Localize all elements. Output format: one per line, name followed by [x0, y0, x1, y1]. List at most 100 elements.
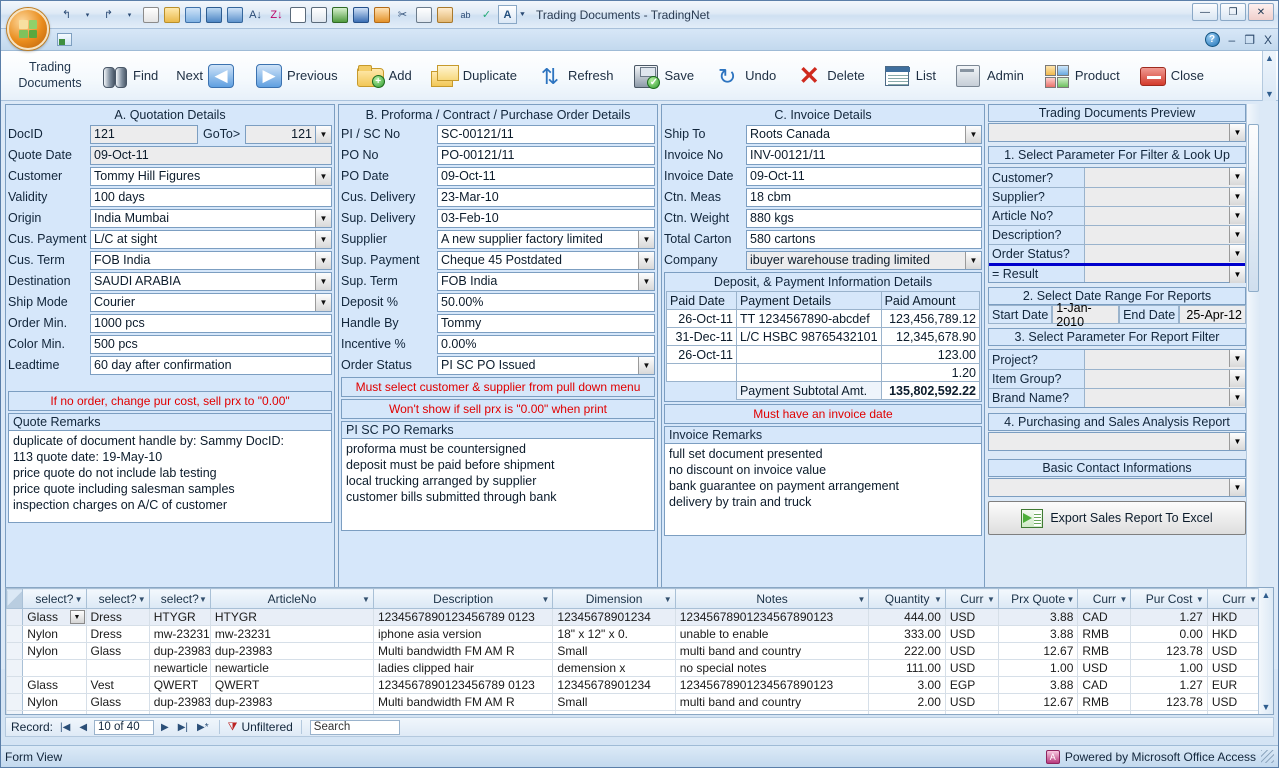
table-row[interactable]: Nylon Glass dup-23983 dup-23983 Multi ba… [7, 694, 1261, 711]
cell-sel3[interactable]: dup-23983 [149, 643, 210, 660]
cell-articleno[interactable]: QWERT [210, 677, 373, 694]
design-view-icon[interactable] [183, 5, 202, 24]
customer-dropdown-icon[interactable]: ▼ [315, 168, 331, 185]
filter-row-description[interactable]: Description? ▼ [989, 225, 1245, 244]
payment-paid-date[interactable]: 26-Oct-11 [667, 310, 737, 328]
filter-customer-dropdown-icon[interactable]: ▼ [1229, 168, 1245, 185]
cell-curr2[interactable]: CAD [1078, 609, 1131, 626]
cell-quantity[interactable]: 2.00 [869, 694, 945, 711]
destination-field[interactable]: SAUDI ARABIA▼ [90, 272, 332, 291]
supplier-dropdown-icon[interactable]: ▼ [638, 231, 654, 248]
cell-sel3[interactable]: TWL-0082 [149, 711, 210, 716]
column-header-prxquote[interactable]: Prx Quote▼ [998, 589, 1078, 609]
undo-dropdown-icon[interactable]: ▾ [78, 5, 97, 24]
filter-result-dropdown-icon[interactable]: ▼ [1229, 266, 1245, 283]
maximize-button[interactable]: ❐ [1220, 3, 1246, 21]
previous-button[interactable]: ▶ Previous [245, 53, 347, 99]
payment-amount[interactable]: 12,345,678.90 [881, 328, 979, 346]
payment-row[interactable]: 1.20 [667, 364, 980, 382]
ship-mode-field[interactable]: Courier▼ [90, 293, 332, 312]
cell-quantity[interactable]: 111.00 [869, 660, 945, 677]
column-header-dimension[interactable]: Dimension▼ [553, 589, 675, 609]
cell-articleno[interactable]: dup-23983 [210, 694, 373, 711]
column-filter-icon[interactable]: ▼ [75, 595, 83, 604]
filter-article-no-dropdown-icon[interactable]: ▼ [1229, 207, 1245, 224]
row-selector[interactable] [7, 711, 23, 716]
cell-sel2[interactable]: Glass [86, 694, 149, 711]
cell-sel2[interactable]: Dress [86, 609, 149, 626]
pi-sc-no-field[interactable]: SC-00121/11 [437, 125, 655, 144]
table-row[interactable]: Glass Vest QWERT QWERT 12345678901234567… [7, 677, 1261, 694]
cell-sel3[interactable]: mw-23231 [149, 626, 210, 643]
payment-paid-date[interactable]: 31-Dec-11 [667, 328, 737, 346]
deposit-field[interactable]: 50.00% [437, 293, 655, 312]
cell-sel1[interactable]: Nylon [23, 643, 86, 660]
filter-row-order-status[interactable]: Order Status? ▼ [989, 244, 1245, 263]
payment-row[interactable]: 26-Oct-11 123.00 [667, 346, 980, 364]
redo-icon[interactable]: ↱ [99, 5, 118, 24]
payment-details[interactable] [736, 364, 881, 382]
cut-icon[interactable]: ✂ [393, 5, 412, 24]
cell-dimension[interactable]: 12345678901234 [553, 677, 675, 694]
filter-result-field[interactable]: ▼ [1085, 266, 1245, 282]
cell-sel2[interactable]: Vest [86, 677, 149, 694]
sup-payment-field[interactable]: Cheque 45 Postdated▼ [437, 251, 655, 270]
destination-dropdown-icon[interactable]: ▼ [315, 273, 331, 290]
cell-sel1[interactable] [23, 660, 86, 677]
filter-supplier-dropdown-icon[interactable]: ▼ [1229, 188, 1245, 205]
cus-term-dropdown-icon[interactable]: ▼ [315, 252, 331, 269]
cell-notes[interactable]: Prima Cotton from Peru [675, 711, 869, 716]
total-carton-field[interactable]: 580 cartons [746, 230, 982, 249]
filter-row-brand-name[interactable]: Brand Name? ▼ [989, 388, 1245, 407]
column-filter-icon[interactable]: ▼ [362, 595, 370, 604]
column-header-curr3[interactable]: Curr▼ [1207, 589, 1260, 609]
order-status-dropdown-icon[interactable]: ▼ [638, 357, 654, 374]
cell-articleno[interactable]: HTYGR [210, 609, 373, 626]
cell-dropdown-icon[interactable]: ▼ [70, 610, 85, 624]
doc-close-button[interactable]: X [1264, 33, 1272, 47]
filter-article-no-field[interactable]: ▼ [1085, 207, 1245, 225]
goto-dropdown-icon[interactable]: ▼ [316, 125, 332, 144]
sup-term-field[interactable]: FOB India▼ [437, 272, 655, 291]
row-selector[interactable] [7, 609, 23, 626]
payment-paid-date[interactable] [667, 364, 737, 382]
scroll-down-icon[interactable]: ▼ [1265, 89, 1274, 99]
filter-row-project[interactable]: Project? ▼ [989, 350, 1245, 369]
list-button[interactable]: List [874, 53, 945, 99]
cus-term-field[interactable]: FOB India▼ [90, 251, 332, 270]
cell-quantity[interactable]: 3.00 [869, 677, 945, 694]
cell-prxquote[interactable]: 3.88 [998, 609, 1078, 626]
close-button[interactable]: ✕ [1248, 3, 1274, 21]
export-excel-icon[interactable] [330, 5, 349, 24]
cell-notes[interactable]: no special notes [675, 660, 869, 677]
cell-sel2[interactable]: Glass [86, 643, 149, 660]
cell-curr3[interactable]: HKD [1207, 609, 1260, 626]
leadtime-field[interactable]: 60 day after confirmation [90, 356, 332, 375]
cell-description[interactable]: 100% organic cotton [373, 711, 552, 716]
new-record-button[interactable]: ▶* [195, 722, 211, 733]
column-filter-icon[interactable]: ▼ [1249, 595, 1257, 604]
row-selector[interactable] [7, 643, 23, 660]
cus-delivery-field[interactable]: 23-Mar-10 [437, 188, 655, 207]
refresh-button[interactable]: ⇅ Refresh [526, 53, 623, 99]
undo-button[interactable]: ↻ Undo [703, 53, 785, 99]
cell-curr3[interactable]: HKD [1207, 626, 1260, 643]
cell-sel3[interactable]: dup-23983 [149, 694, 210, 711]
handle-by-field[interactable]: Tommy [437, 314, 655, 333]
next-record-button[interactable]: ▶ [159, 722, 171, 733]
replace-icon[interactable]: ab [456, 5, 475, 24]
document-tab-icon[interactable] [57, 33, 72, 46]
origin-dropdown-icon[interactable]: ▼ [315, 210, 331, 227]
cell-description[interactable]: iphone asia version [373, 626, 552, 643]
cell-curr1[interactable]: USD [945, 609, 998, 626]
cell-description[interactable]: Multi bandwidth FM AM R [373, 643, 552, 660]
delete-button[interactable]: ✕ Delete [785, 53, 874, 99]
analysis-report-select[interactable]: ▼ [988, 432, 1246, 451]
doc-restore-button[interactable]: ❐ [1244, 33, 1255, 47]
filter-row-item-group[interactable]: Item Group? ▼ [989, 369, 1245, 388]
payment-row[interactable]: 26-Oct-11 TT 1234567890-abcdef 123,456,7… [667, 310, 980, 328]
toolbar-scrollbar[interactable]: ▲ ▼ [1262, 51, 1276, 101]
cell-curr1[interactable]: USD [945, 626, 998, 643]
cell-articleno[interactable]: mw-23231 [210, 626, 373, 643]
table-row[interactable]: Nylon Glass dup-23983 dup-23983 Multi ba… [7, 643, 1261, 660]
